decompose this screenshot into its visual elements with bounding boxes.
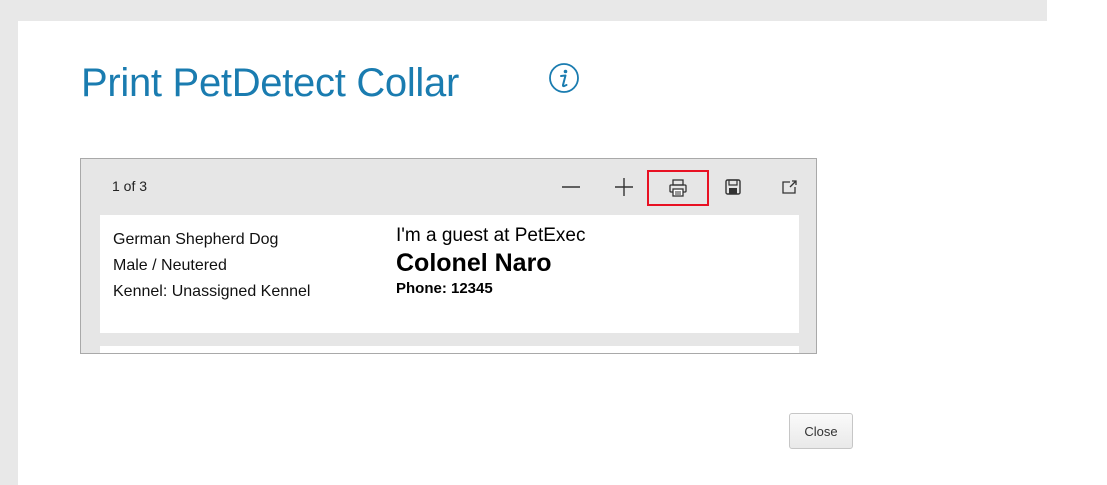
pet-sex: Male / Neutered [113, 257, 227, 274]
window-frame-top [0, 0, 1047, 21]
pet-details: German Shepherd Dog Male / Neutered Kenn… [113, 227, 310, 305]
print-collar-dialog: Print PetDetect Collar 1 of 3 German She… [18, 21, 1047, 485]
phone-number: Phone: 12345 [396, 280, 493, 297]
info-icon[interactable] [548, 62, 580, 94]
close-button[interactable]: Close [789, 413, 853, 449]
zoom-out-button[interactable] [556, 172, 586, 202]
save-button[interactable] [718, 172, 748, 202]
page-count: 1 of 3 [112, 178, 148, 194]
pdf-viewer: 1 of 3 German Shepherd Dog Male / Neuter… [80, 158, 817, 354]
guest-line: I'm a guest at PetExec [396, 225, 586, 246]
plus-icon [615, 178, 633, 196]
minus-icon [562, 186, 580, 188]
printer-icon [669, 179, 687, 197]
open-in-new-window-icon [782, 180, 797, 194]
pet-name: Colonel Naro [396, 249, 552, 277]
open-new-window-button[interactable] [775, 172, 805, 202]
next-page-preview [100, 346, 799, 353]
viewer-toolbar: 1 of 3 [81, 159, 816, 214]
zoom-in-button[interactable] [609, 172, 639, 202]
window-frame-left [0, 0, 18, 485]
page-title: Print PetDetect Collar [81, 61, 459, 105]
pet-kennel: Kennel: Unassigned Kennel [113, 283, 311, 300]
print-button[interactable] [647, 170, 709, 206]
pet-breed: German Shepherd Dog [113, 231, 279, 248]
collar-page: German Shepherd Dog Male / Neutered Kenn… [100, 215, 799, 333]
collar-label: I'm a guest at PetExec Colonel Naro Phon… [396, 224, 586, 300]
floppy-disk-icon [725, 179, 741, 195]
